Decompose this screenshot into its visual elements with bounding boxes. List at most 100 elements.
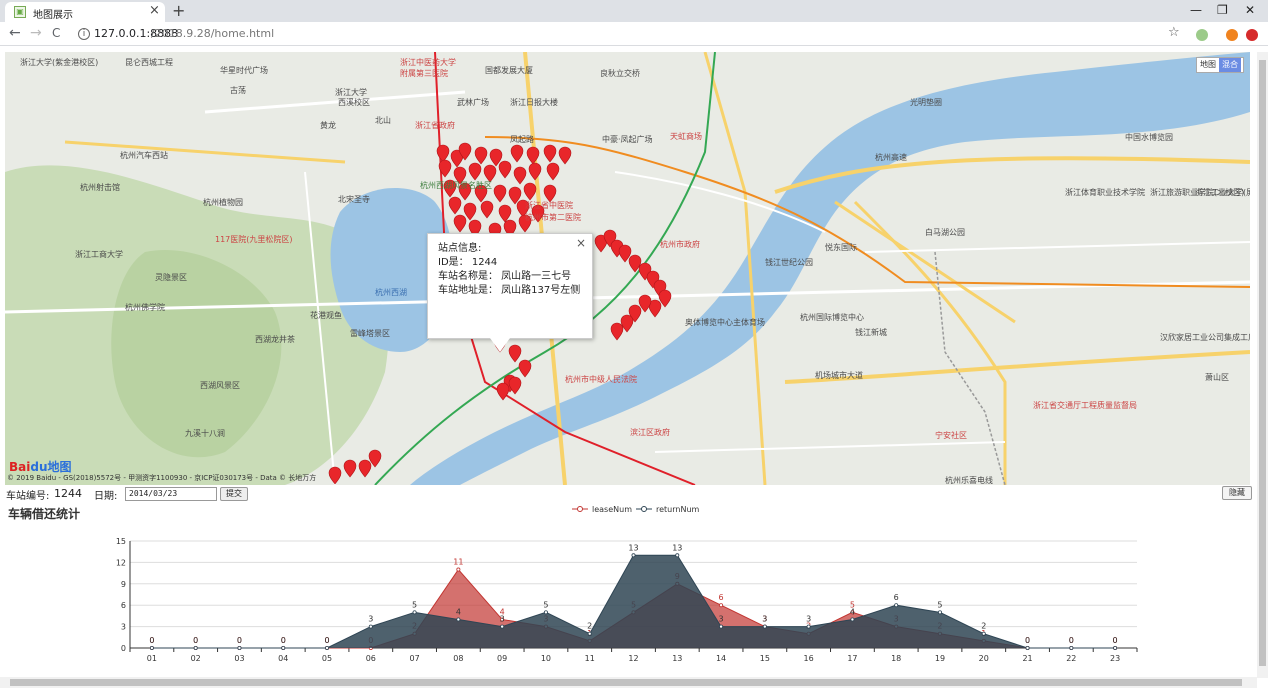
data-label: 0	[237, 636, 242, 645]
station-marker-icon[interactable]	[493, 184, 507, 203]
baidu-map[interactable]: 昆仑西城工程 浙江中医药大学 附属第三医院 国都发展大厦 良秋立交桥 华星时代广场 古荡 浙江…	[5, 52, 1250, 485]
scroll-thumb[interactable]	[10, 679, 1242, 686]
station-marker-icon[interactable]	[498, 204, 512, 223]
data-point[interactable]	[675, 553, 680, 558]
map-label: 杭州汽车西站	[120, 151, 168, 160]
data-point[interactable]	[806, 624, 811, 629]
data-label: 0	[324, 636, 329, 645]
station-marker-icon[interactable]	[480, 200, 494, 219]
x-tick-label: 17	[847, 654, 857, 663]
station-marker-icon[interactable]	[508, 344, 522, 363]
station-marker-icon[interactable]	[448, 196, 462, 215]
station-marker-icon[interactable]	[610, 322, 624, 341]
scroll-thumb[interactable]	[1259, 60, 1266, 666]
data-point[interactable]	[237, 645, 242, 650]
data-point[interactable]	[719, 603, 724, 608]
extension-icon[interactable]	[1246, 29, 1258, 41]
browser-tab[interactable]: ▣ 地图展示 ×	[5, 2, 165, 22]
map-label: 天虹商场	[670, 132, 702, 141]
station-marker-icon[interactable]	[358, 459, 372, 478]
legend-label[interactable]: leaseNum	[592, 505, 632, 514]
data-point[interactable]	[456, 567, 461, 572]
data-point[interactable]	[281, 645, 286, 650]
data-point[interactable]	[850, 617, 855, 622]
restore-button[interactable]: ❐	[1217, 3, 1228, 17]
data-point[interactable]	[325, 645, 330, 650]
x-tick-label: 14	[716, 654, 726, 663]
submit-button[interactable]: 提交	[220, 487, 248, 501]
data-point[interactable]	[1113, 645, 1118, 650]
data-point[interactable]	[937, 610, 942, 615]
map-type-hybrid[interactable]: 混合	[1219, 58, 1241, 72]
station-marker-icon[interactable]	[453, 214, 467, 233]
vertical-scrollbar[interactable]	[1257, 52, 1268, 678]
data-point[interactable]	[412, 610, 417, 615]
extension-icon[interactable]	[1226, 29, 1238, 41]
x-tick-label: 19	[935, 654, 945, 663]
extension-icon[interactable]	[1196, 29, 1208, 41]
station-marker-icon[interactable]	[474, 146, 488, 165]
legend-marker[interactable]	[577, 506, 583, 512]
new-tab-button[interactable]: +	[172, 1, 185, 20]
station-marker-icon[interactable]	[436, 144, 450, 163]
tab-close-icon[interactable]: ×	[149, 3, 160, 18]
station-marker-icon[interactable]	[343, 459, 357, 478]
data-point[interactable]	[456, 617, 461, 622]
data-point[interactable]	[587, 631, 592, 636]
date-input[interactable]: 2014/03/23	[125, 487, 217, 501]
x-tick-label: 05	[322, 654, 332, 663]
station-marker-icon[interactable]	[558, 146, 572, 165]
bookmark-star-icon[interactable]: ☆	[1168, 25, 1180, 40]
data-label: 5	[412, 600, 417, 609]
data-point[interactable]	[762, 624, 767, 629]
x-tick-label: 03	[234, 654, 244, 663]
legend-label[interactable]: returnNum	[656, 505, 700, 514]
map-type-switch[interactable]: 地图 混合	[1196, 57, 1244, 73]
station-marker-icon[interactable]	[468, 162, 482, 181]
station-marker-icon[interactable]	[523, 182, 537, 201]
map-type-map[interactable]: 地图	[1197, 58, 1219, 72]
data-point[interactable]	[543, 610, 548, 615]
data-point[interactable]	[894, 603, 899, 608]
address-bar[interactable]: i 127.0.0.1:8888 /2018.9.28/home.html	[72, 25, 1190, 43]
back-button[interactable]: ←	[9, 25, 21, 41]
station-marker-icon[interactable]	[513, 166, 527, 185]
forward-button[interactable]: →	[30, 25, 42, 41]
data-label: 3	[500, 615, 505, 624]
data-point[interactable]	[149, 645, 154, 650]
map-label: 杭州国际博览中心	[800, 313, 864, 322]
station-marker-icon[interactable]	[518, 359, 532, 378]
map-label: 雷峰塔景区	[350, 329, 390, 338]
station-marker-icon[interactable]	[526, 146, 540, 165]
map-label: 浙江日报大楼	[510, 98, 558, 107]
station-marker-icon[interactable]	[498, 160, 512, 179]
info-icon[interactable]: i	[78, 28, 90, 40]
close-window-button[interactable]: ✕	[1245, 3, 1255, 17]
legend-marker[interactable]	[641, 506, 647, 512]
station-marker-icon[interactable]	[546, 162, 560, 181]
reload-button[interactable]: C	[52, 26, 60, 40]
data-label: 0	[1069, 636, 1074, 645]
horizontal-scrollbar[interactable]	[0, 677, 1257, 688]
data-point[interactable]	[1069, 645, 1074, 650]
x-tick-label: 08	[453, 654, 463, 663]
map-label: 北山	[375, 116, 391, 125]
data-point[interactable]	[981, 631, 986, 636]
station-marker-icon[interactable]	[496, 382, 510, 401]
map-label: 汉欣家居工业公司集成工厂	[1160, 333, 1250, 342]
data-point[interactable]	[368, 624, 373, 629]
minimize-button[interactable]: —	[1190, 3, 1202, 17]
station-marker-icon[interactable]	[510, 144, 524, 163]
hide-button[interactable]: 隐藏	[1222, 486, 1252, 500]
station-marker-icon[interactable]	[328, 466, 342, 485]
data-point[interactable]	[1025, 645, 1030, 650]
station-marker-icon[interactable]	[528, 162, 542, 181]
station-marker-icon[interactable]	[543, 144, 557, 163]
x-tick-label: 23	[1110, 654, 1120, 663]
data-point[interactable]	[193, 645, 198, 650]
station-marker-icon[interactable]	[463, 202, 477, 221]
data-point[interactable]	[500, 624, 505, 629]
data-point[interactable]	[719, 624, 724, 629]
map-label: 西湖龙井茶	[255, 335, 295, 344]
data-point[interactable]	[631, 553, 636, 558]
